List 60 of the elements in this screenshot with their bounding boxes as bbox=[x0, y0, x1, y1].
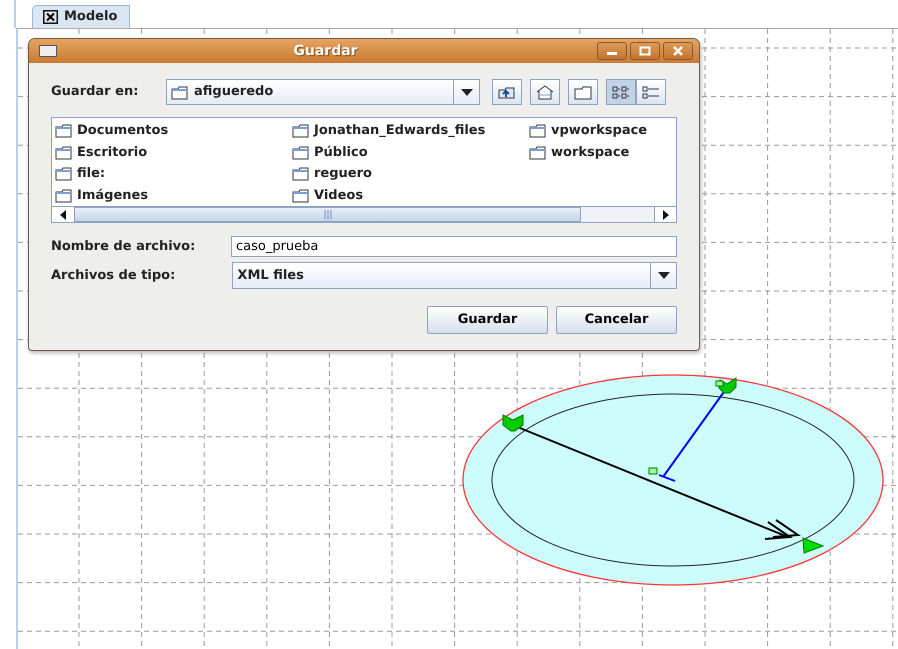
file-list[interactable]: Documentos Escritorio file: Imágenes Jonathan_Edwards_files Público reguero Videos vpworkspace workspace bbox=[51, 117, 677, 223]
new-folder-button[interactable] bbox=[568, 79, 598, 105]
folder-icon bbox=[55, 188, 72, 203]
home-button[interactable] bbox=[530, 79, 560, 105]
file-type-label: Archivos de tipo: bbox=[51, 266, 176, 285]
folder-icon bbox=[529, 144, 546, 160]
close-icon bbox=[672, 46, 684, 56]
modelo-tab[interactable]: Modelo bbox=[32, 5, 130, 28]
folder-icon bbox=[529, 123, 546, 138]
details-view-button[interactable] bbox=[636, 79, 666, 105]
caret-icon bbox=[460, 88, 472, 96]
file-item[interactable]: Documentos bbox=[55, 120, 168, 142]
folder-icon bbox=[292, 144, 309, 160]
dialog-title: Guardar bbox=[292, 42, 359, 60]
right-arrow-icon bbox=[662, 210, 668, 220]
file-item[interactable]: file: bbox=[55, 163, 168, 184]
scroll-right-button[interactable] bbox=[654, 207, 676, 222]
folder-icon bbox=[55, 123, 72, 138]
folder-up-icon bbox=[498, 84, 516, 100]
close-icon[interactable] bbox=[43, 10, 58, 24]
folder-icon bbox=[55, 166, 72, 182]
folder-name: afigueredo bbox=[194, 83, 274, 102]
folder-icon bbox=[171, 84, 188, 100]
file-type-combo[interactable]: XML files bbox=[232, 262, 677, 289]
house-icon bbox=[536, 84, 554, 100]
cancel-button[interactable]: Cancelar bbox=[556, 306, 677, 334]
folder-icon bbox=[292, 166, 309, 182]
file-item[interactable]: Videos bbox=[292, 184, 486, 206]
file-item[interactable]: Público bbox=[292, 142, 486, 163]
folder-icon bbox=[574, 84, 592, 100]
window-menu-icon[interactable] bbox=[39, 45, 57, 57]
file-item[interactable]: workspace bbox=[529, 142, 648, 163]
close-button[interactable] bbox=[663, 42, 693, 60]
grid-view-icon bbox=[612, 84, 630, 100]
caret-icon bbox=[658, 272, 670, 279]
file-name-label: Nombre de archivo: bbox=[51, 238, 196, 256]
folder-icon bbox=[292, 188, 309, 203]
grip-icon bbox=[324, 210, 332, 219]
scroll-left-button[interactable] bbox=[52, 207, 74, 222]
folder-icon bbox=[292, 123, 309, 138]
look-in-combo[interactable]: afigueredo bbox=[166, 79, 480, 105]
save-button[interactable]: Guardar bbox=[427, 306, 548, 334]
maximize-icon bbox=[639, 46, 651, 56]
file-name-field[interactable]: caso_prueba bbox=[231, 236, 677, 257]
up-folder-button[interactable] bbox=[492, 79, 522, 105]
maximize-button[interactable] bbox=[630, 42, 660, 60]
file-item[interactable]: reguero bbox=[292, 163, 486, 184]
file-item[interactable]: Jonathan_Edwards_files bbox=[292, 120, 486, 142]
minimize-button[interactable] bbox=[597, 42, 627, 60]
folder-icon bbox=[55, 144, 72, 160]
file-item[interactable]: Imágenes bbox=[55, 184, 168, 206]
file-item[interactable]: vpworkspace bbox=[529, 120, 648, 142]
horizontal-scrollbar[interactable] bbox=[52, 206, 676, 222]
look-in-label: Guardar en: bbox=[51, 83, 140, 102]
file-item[interactable]: Escritorio bbox=[55, 142, 168, 163]
scroll-thumb[interactable] bbox=[74, 207, 581, 222]
list-view-button[interactable] bbox=[606, 79, 636, 105]
list-view-icon bbox=[642, 84, 660, 100]
file-type-value: XML files bbox=[237, 266, 304, 285]
left-arrow-icon bbox=[60, 210, 66, 220]
